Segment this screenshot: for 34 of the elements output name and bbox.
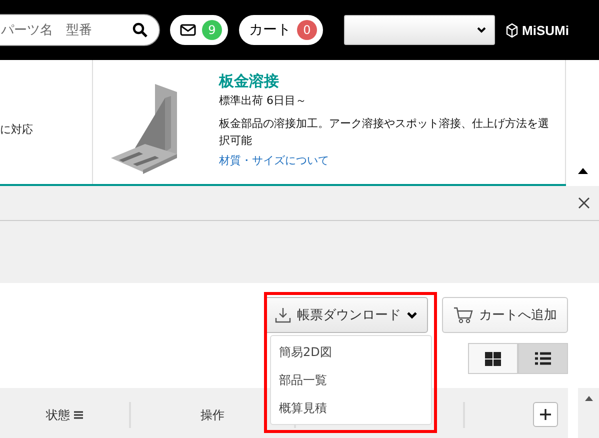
feature-text: に対応 (0, 122, 33, 136)
menu-item[interactable]: 部品一覧 (271, 372, 431, 388)
shipping-text: 標準出荷 6日目～ (219, 93, 306, 108)
sort-icon[interactable] (74, 411, 83, 419)
menu-item[interactable]: 簡易2D図 (271, 344, 431, 360)
product-description: 板金部品の溶接加工。アーク溶接やスポット溶接、仕上げ方法を選択可能 (219, 116, 549, 149)
grid-view-button[interactable] (468, 343, 518, 374)
search-icon[interactable] (132, 22, 148, 38)
search-field[interactable]: パーツ名 型番 (0, 14, 160, 46)
column-header: 操作 (200, 406, 224, 424)
logo-icon (505, 22, 519, 38)
download-icon (275, 307, 291, 323)
cart-count: 0 (297, 20, 317, 40)
plus-icon (540, 408, 551, 421)
list-icon (535, 352, 551, 365)
download-button[interactable]: 帳票ダウンロード (264, 297, 428, 333)
info-link[interactable]: 材質・サイズについて (219, 153, 329, 168)
collapse-icon[interactable] (578, 168, 588, 174)
add-column-button[interactable] (533, 402, 558, 427)
chevron-icon (477, 27, 486, 33)
column-header: 状態 (46, 406, 70, 424)
grid-icon (485, 352, 501, 366)
cart-icon (453, 306, 473, 324)
list-view-button[interactable] (518, 343, 568, 374)
menu-item[interactable]: 概算見積 (271, 400, 431, 416)
chevron-icon (407, 312, 417, 318)
message-count: 9 (202, 20, 222, 40)
scroll-up-icon[interactable] (584, 396, 592, 401)
cart-button[interactable]: カート 0 (239, 15, 323, 45)
logo-text: MiSUMi (522, 22, 569, 38)
product-title: 板金溶接 (219, 72, 279, 91)
mail-icon (180, 24, 196, 36)
add-to-cart-button[interactable]: カートへ追加 (442, 297, 568, 333)
close-icon[interactable] (578, 197, 590, 209)
